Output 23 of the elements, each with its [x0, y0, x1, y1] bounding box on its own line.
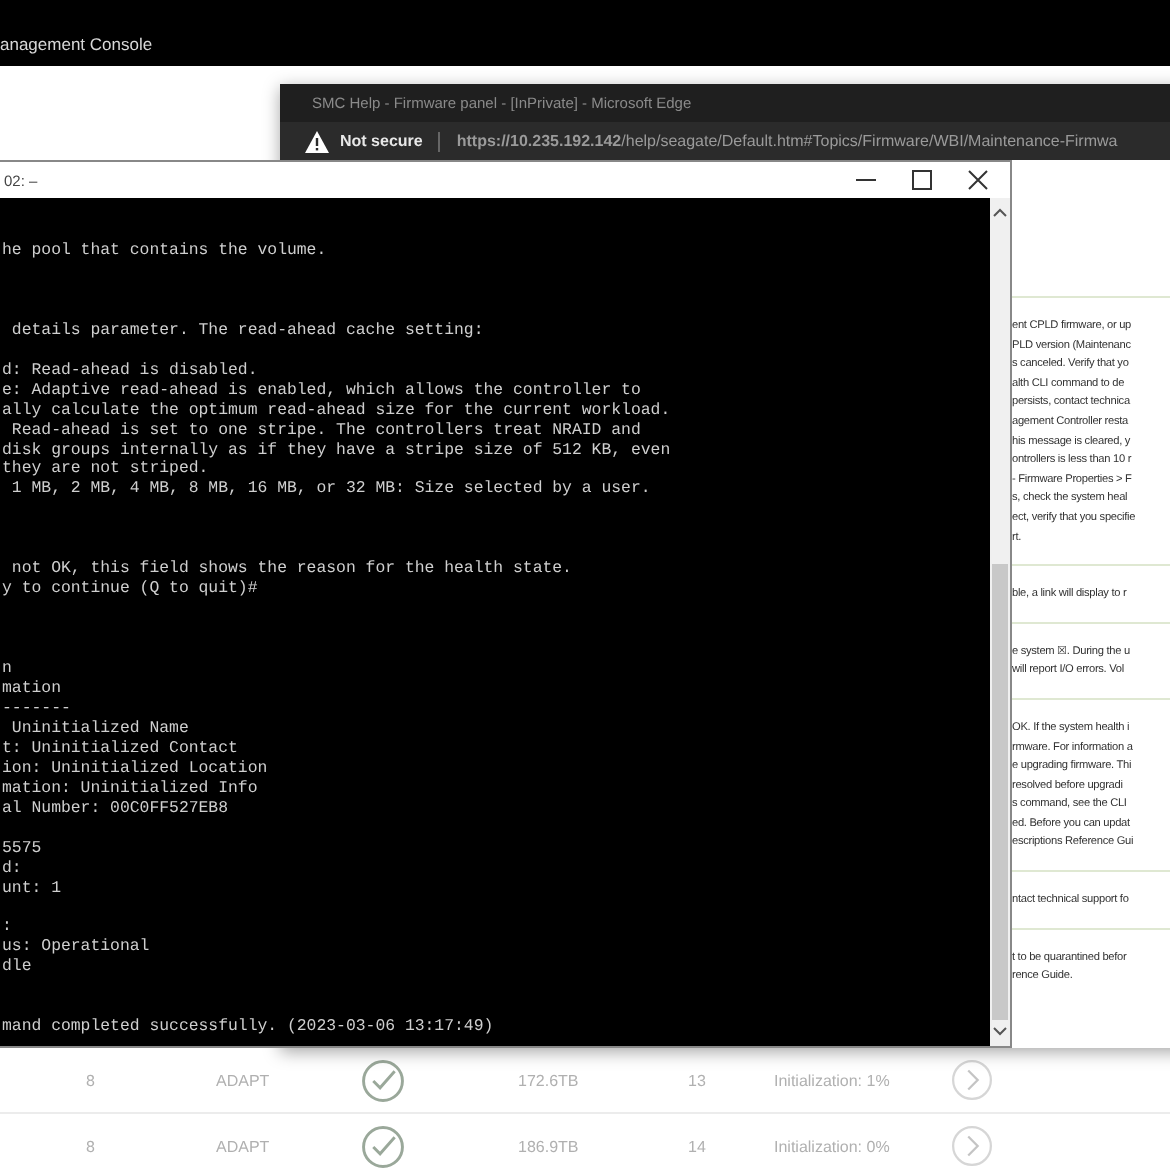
table-cell: 14: [688, 1137, 706, 1155]
table-cell: Initialization: 0%: [774, 1137, 890, 1155]
scroll-up-icon[interactable]: [992, 206, 1008, 218]
table-cell: ADAPT: [216, 1071, 270, 1089]
scroll-down-icon[interactable]: [992, 1026, 1008, 1038]
table-cell: 172.6TB: [518, 1071, 579, 1089]
console-title: anagement Console: [0, 34, 153, 54]
table-cell: 8: [86, 1137, 95, 1155]
table-cell: 8: [86, 1071, 95, 1089]
close-icon[interactable]: [966, 168, 990, 192]
table-cell: 13: [688, 1071, 706, 1089]
warning-icon: [304, 129, 330, 153]
scrollbar-thumb[interactable]: [992, 564, 1008, 1020]
check-circle-icon: [362, 1059, 404, 1101]
terminal-output: he pool that contains the volume. details parameter. The read-ahead cache setting: d: Read-ahead is disabled. e: Adaptive read-ahead is enabled, which allows the controller to ally calculate the optimum read-ahead size for the current workload. Read-ahead is set to one stripe. The controllers treat NRAID and disk groups internally as if they have a stripe size of 512 KB, even they are not striped. 1 MB, 2 MB, 4 MB, 8 MB, 16 MB, or 32 MB: Size selected by a user. not OK, this field shows the reason for the health state. y to continue (Q to quit)# n mation ------- Uninitialized Name t: Uninitialized Contact ion: Uninitialized Location mation: Uninitialized Info al Number: 00C0FF527EB8 5575 d: unt: 1 : us: Operational dle mand completed successfully. (2023-03-06 13:17:49): [0, 240, 673, 1041]
security-label[interactable]: Not secure: [340, 132, 423, 150]
table-cell: 186.9TB: [518, 1137, 579, 1155]
table-cell: ADAPT: [216, 1137, 270, 1155]
check-circle-icon: [362, 1125, 404, 1167]
url-text[interactable]: https://10.235.192.142/help/seagate/Default.htm#Topics/Firmware/WBI/Maintenance-Firmwa: [456, 132, 1118, 150]
maximize-icon[interactable]: [910, 168, 934, 192]
table-cell: Initialization: 1%: [774, 1071, 890, 1089]
scrollbar[interactable]: [990, 198, 1010, 1046]
